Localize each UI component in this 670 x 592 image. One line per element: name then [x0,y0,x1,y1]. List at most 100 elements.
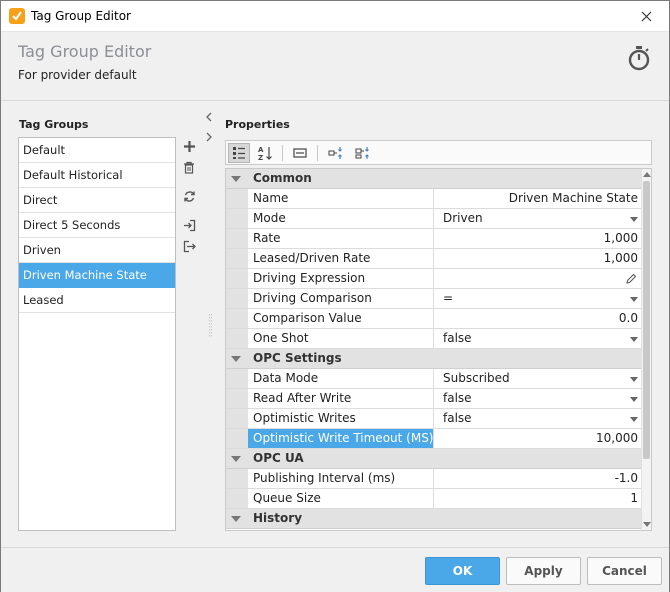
collapse-arrow-icon[interactable] [231,456,241,462]
category-row[interactable]: OPC Settings [226,349,642,369]
property-row[interactable]: Queue Size 1 [226,489,642,509]
property-rows: Common Name Driven Machine State Mode Driven… [226,169,642,529]
property-value-text: = [443,291,454,305]
dropdown-arrow-icon[interactable] [630,417,638,422]
property-value[interactable]: 1 [435,489,642,508]
property-value[interactable]: Subscribed [435,369,642,388]
close-icon[interactable] [623,1,669,31]
property-row[interactable]: Comparison Value 0.0 [226,309,642,329]
property-row[interactable]: Read After Write false [226,389,642,409]
row-gutter [226,329,248,348]
property-value[interactable]: = [435,289,642,308]
tag-groups-list: Default Default Historical Direct Direct 5 … [18,137,176,531]
property-row[interactable]: Rate 1,000 [226,229,642,249]
cancel-button[interactable]: Cancel [587,557,662,585]
scroll-down-icon[interactable] [643,522,651,527]
property-value[interactable]: 10,000 [435,429,642,448]
property-name: Driving Expression [248,269,434,288]
category-row[interactable]: OPC UA [226,449,642,469]
property-row[interactable]: One Shot false [226,329,642,349]
tag-group-item[interactable]: Driven [19,238,175,263]
import-icon[interactable] [181,217,197,233]
collapse-left-icon[interactable] [205,111,213,125]
property-value[interactable]: Driven Machine State [435,189,642,208]
property-value[interactable]: false [435,389,642,408]
scroll-up-icon[interactable] [643,172,651,177]
collapse-arrow-icon[interactable] [231,356,241,362]
trash-icon[interactable] [181,159,197,175]
refresh-icon[interactable] [181,188,197,204]
category-label: OPC Settings [253,351,342,365]
collapse-right-icon[interactable] [205,131,213,145]
property-value[interactable] [435,269,642,288]
property-value[interactable]: 0.0 [435,309,642,328]
property-row[interactable]: Name Driven Machine State [226,189,642,209]
property-value-text: false [443,331,472,345]
property-name: Driving Comparison [248,289,434,308]
category-label: OPC UA [253,451,304,465]
scroll-thumb[interactable] [643,181,650,459]
tag-group-item[interactable]: Leased [19,288,175,313]
svg-text:A: A [258,146,264,154]
property-row[interactable]: Optimistic Write Timeout (MS) 10,000 [226,429,642,449]
property-row[interactable]: Optimistic Writes false [226,409,642,429]
dropdown-arrow-icon[interactable] [630,297,638,302]
property-value[interactable]: -1.0 [435,469,642,488]
add-icon[interactable] [181,138,197,154]
collapse-arrow-icon[interactable] [231,516,241,522]
alphabetical-sort-icon[interactable]: AZ [254,143,276,163]
expand-all-icon[interactable] [325,143,347,163]
row-gutter [226,429,248,448]
row-gutter [226,289,248,308]
tag-group-item[interactable]: Direct [19,188,175,213]
dialog-footer: OK Apply Cancel [1,547,669,592]
property-name: Comparison Value [248,309,434,328]
property-value[interactable]: Driven [435,209,642,228]
collapse-arrow-icon[interactable] [231,176,241,182]
property-name: Mode [248,209,434,228]
tag-group-item[interactable]: Direct 5 Seconds [19,213,175,238]
categorized-view-icon[interactable] [228,143,250,163]
category-row[interactable]: Common [226,169,642,189]
property-row[interactable]: Mode Driven [226,209,642,229]
tag-group-item[interactable]: Driven Machine State [19,263,175,288]
property-row[interactable]: Leased/Driven Rate 1,000 [226,249,642,269]
property-row[interactable]: Driving Expression [226,269,642,289]
row-gutter [226,469,248,488]
page-subtitle: For provider default [18,68,137,82]
property-row[interactable]: Publishing Interval (ms) -1.0 [226,469,642,489]
property-value[interactable]: 1,000 [435,229,642,248]
row-gutter [226,189,248,208]
dropdown-arrow-icon[interactable] [630,397,638,402]
property-value-text: Driven [443,211,483,225]
apply-button[interactable]: Apply [506,557,581,585]
property-name: Read After Write [248,389,434,408]
property-name: Optimistic Write Timeout (MS) [248,429,434,448]
property-name: Leased/Driven Rate [248,249,434,268]
tag-group-item[interactable]: Default [19,138,175,163]
property-row[interactable]: Data Mode Subscribed [226,369,642,389]
splitter-handle[interactable] [209,314,212,338]
properties-label: Properties [225,118,290,131]
property-value-text: Driven Machine State [508,191,638,205]
property-row[interactable]: Driving Comparison = [226,289,642,309]
property-grid: Common Name Driven Machine State Mode Driven… [225,168,652,531]
property-name: Data Mode [248,369,434,388]
dropdown-arrow-icon[interactable] [630,377,638,382]
row-gutter [226,269,248,288]
row-gutter [226,249,248,268]
property-value[interactable]: false [435,329,642,348]
dropdown-arrow-icon[interactable] [630,217,638,222]
property-grid-scrollbar[interactable] [641,169,651,530]
property-pages-icon[interactable] [289,143,311,163]
category-row[interactable]: History [226,509,642,529]
ok-button[interactable]: OK [425,557,500,585]
dropdown-arrow-icon[interactable] [630,337,638,342]
export-icon[interactable] [181,238,197,254]
tag-group-item[interactable]: Default Historical [19,163,175,188]
toolbar-separator [317,145,318,161]
property-value-text: 10,000 [596,431,638,445]
collapse-all-icon[interactable] [352,143,374,163]
property-value[interactable]: false [435,409,642,428]
property-value[interactable]: 1,000 [435,249,642,268]
